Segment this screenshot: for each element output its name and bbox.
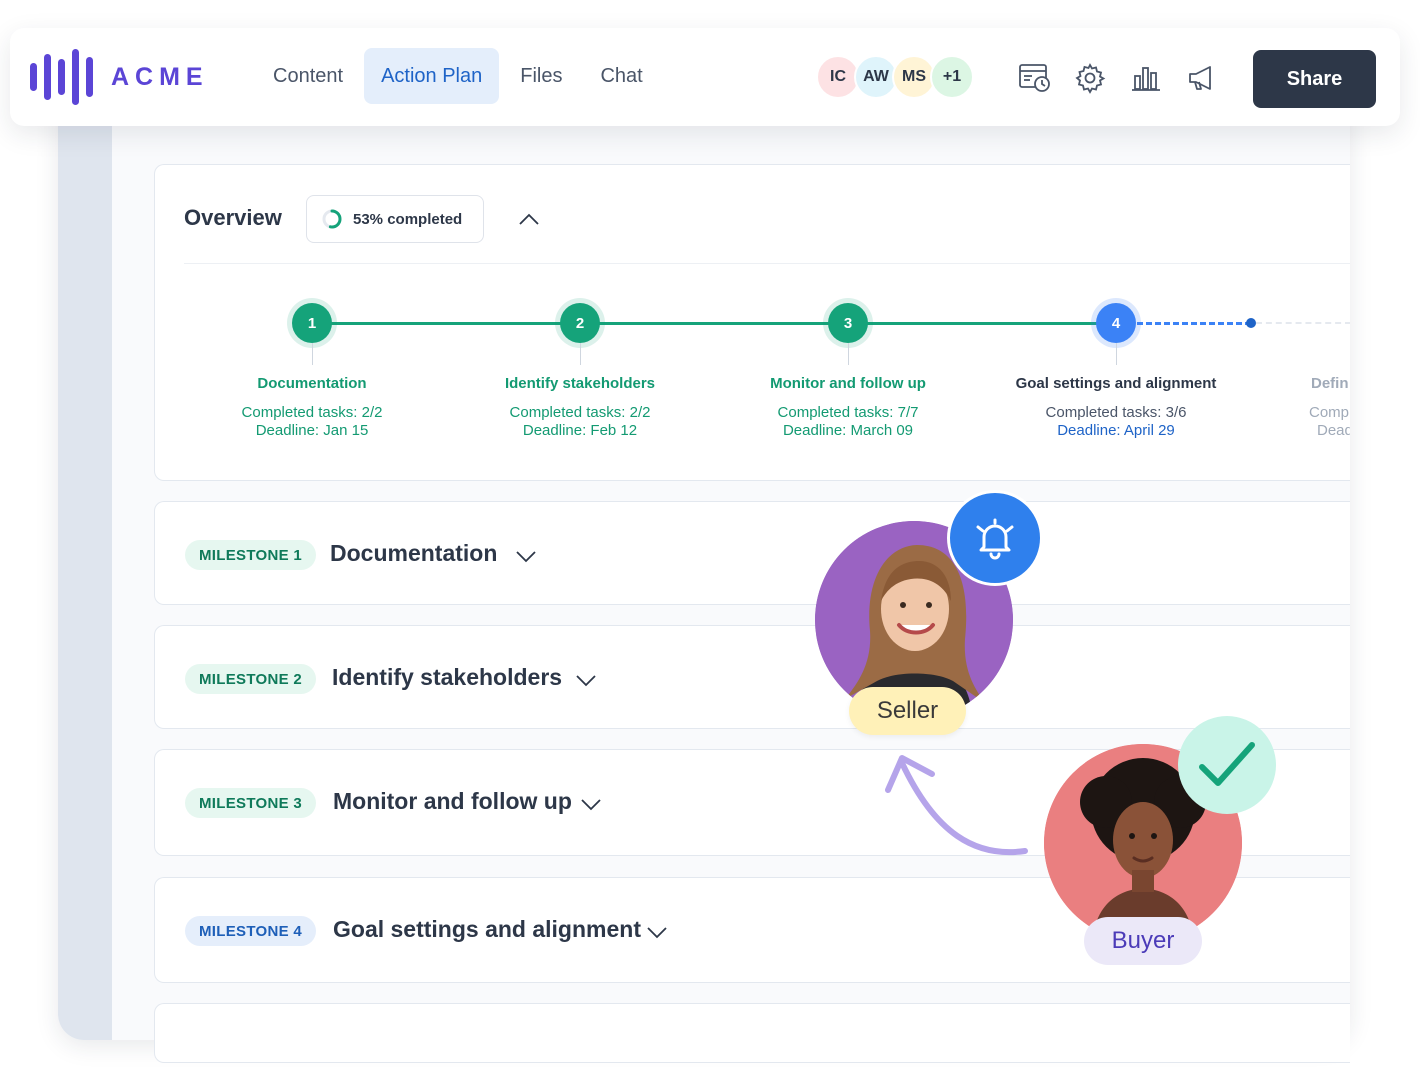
- overview-title: Overview: [184, 205, 282, 230]
- timeline-step-4[interactable]: 4: [1096, 303, 1136, 343]
- seller-label: Seller: [849, 687, 966, 735]
- milestone-card-1[interactable]: MILESTONE 1 Documentation: [154, 501, 1350, 605]
- logo-mark-icon: [30, 49, 93, 105]
- progress-label: 53% completed: [353, 210, 463, 228]
- megaphone-icon[interactable]: [1182, 58, 1222, 98]
- buyer-label: Buyer: [1084, 917, 1202, 965]
- step-tasks: Completed tasks: 7/7: [777, 404, 919, 421]
- step-tasks: Completed tasks: 2/2: [509, 404, 651, 421]
- step-deadline: Deadline: Jan 15: [255, 422, 369, 439]
- timeline-step-3[interactable]: 3: [828, 303, 868, 343]
- tab-content[interactable]: Content: [256, 48, 360, 104]
- chevron-down-icon[interactable]: [579, 792, 603, 816]
- chevron-down-icon[interactable]: [645, 920, 669, 944]
- progress-indicator: 53% completed: [306, 195, 484, 243]
- divider: [184, 263, 1350, 264]
- timeline-upcoming-segment: [1256, 322, 1350, 324]
- tab-chat[interactable]: Chat: [583, 48, 659, 104]
- milestone-title: Documentation: [330, 540, 498, 566]
- step-title: Defin: [1311, 375, 1349, 392]
- curved-arrow-icon: [885, 755, 1028, 856]
- brand-name: ACME: [111, 62, 209, 91]
- avatar-overflow-count[interactable]: +1: [930, 55, 974, 99]
- main-tabs: Content Action Plan Files Chat: [256, 48, 660, 104]
- left-rail: [58, 100, 112, 1040]
- step-title: Monitor and follow up: [770, 375, 926, 392]
- timeline-progress-line: [312, 322, 1116, 325]
- bar-chart-icon[interactable]: [1126, 58, 1166, 98]
- step-title: Documentation: [257, 375, 367, 392]
- tab-action-plan[interactable]: Action Plan: [364, 48, 500, 104]
- step-tasks: Completed tasks: 3/6: [1045, 404, 1187, 421]
- milestone-title: Identify stakeholders: [332, 664, 563, 690]
- checkmark-icon: [1178, 716, 1276, 814]
- step-deadline: Deadline: April 29: [1057, 422, 1175, 439]
- milestone-card-5[interactable]: [154, 1003, 1350, 1063]
- step-tasks: Completed tasks: 2/2: [241, 404, 383, 421]
- bell-icon: [947, 490, 1043, 586]
- chevron-down-icon[interactable]: [514, 544, 538, 568]
- collaborator-avatars[interactable]: IC AW MS +1: [816, 55, 974, 99]
- milestone-badge: MILESTONE 2: [185, 664, 317, 694]
- timeline-step-1[interactable]: 1: [292, 303, 332, 343]
- collapse-chevron-up-icon[interactable]: [513, 205, 545, 233]
- top-navigation-bar: ACME Content Action Plan Files Chat IC A…: [10, 28, 1400, 126]
- timeline-stem: [1116, 343, 1117, 365]
- step-tasks: Comp: [1309, 404, 1350, 421]
- step-title: Identify stakeholders: [504, 375, 656, 392]
- milestone-badge: MILESTONE 1: [185, 540, 317, 570]
- timeline-current-segment: [1137, 322, 1251, 325]
- step-deadline: Deadline: Feb 12: [522, 422, 638, 439]
- chevron-down-icon[interactable]: [574, 668, 598, 692]
- milestone-badge: MILESTONE 4: [185, 916, 317, 946]
- step-deadline: Deadline: March 09: [782, 422, 914, 439]
- milestone-badge: MILESTONE 3: [185, 788, 317, 818]
- timeline-marker-dot: [1246, 318, 1256, 328]
- overview-card: Overview 53% completed 1 2 3 4 Documenta…: [154, 164, 1350, 481]
- acme-logo[interactable]: ACME: [30, 48, 209, 106]
- share-button[interactable]: Share: [1253, 50, 1376, 108]
- milestone-card-2[interactable]: MILESTONE 2 Identify stakeholders: [154, 625, 1350, 729]
- tab-files[interactable]: Files: [503, 48, 579, 104]
- step-deadline: Dead: [1317, 422, 1350, 439]
- timeline-stem: [580, 343, 581, 365]
- step-title: Goal settings and alignment: [1015, 375, 1217, 392]
- timeline-stem: [312, 343, 313, 365]
- milestone-title: Goal settings and alignment: [333, 916, 641, 942]
- gear-icon[interactable]: [1070, 58, 1110, 98]
- progress-ring-icon: [322, 209, 342, 229]
- timeline-step-2[interactable]: 2: [560, 303, 600, 343]
- milestone-title: Monitor and follow up: [333, 788, 572, 814]
- calendar-schedule-icon[interactable]: [1015, 58, 1055, 98]
- timeline-stem: [848, 343, 849, 365]
